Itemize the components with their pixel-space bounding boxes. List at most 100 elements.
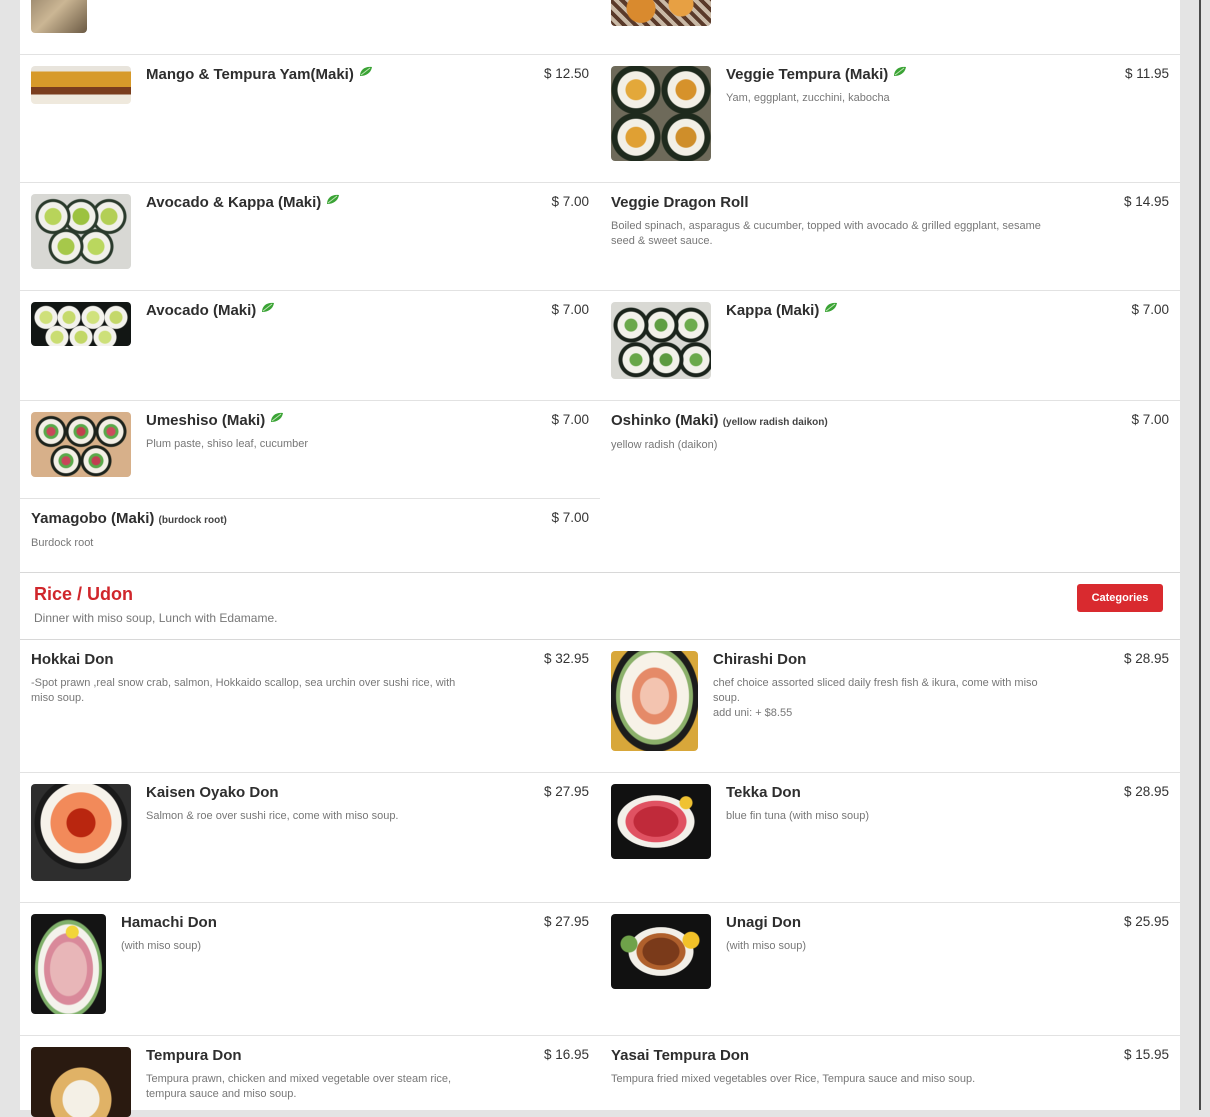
item-name: Yamagobo (Maki) xyxy=(31,510,155,527)
veggie-tempura-photo xyxy=(611,66,711,161)
item-price: $ 7.00 xyxy=(1131,412,1169,427)
item-description: (with miso soup) xyxy=(726,940,807,952)
item-price: $ 28.95 xyxy=(1123,784,1169,799)
item-name: Oshinko (Maki) xyxy=(611,412,719,429)
item-description: -Spot prawn ,real snow crab, salmon, Hok… xyxy=(31,677,456,704)
food-photo[interactable] xyxy=(611,0,711,26)
vegetarian-leaf-icon xyxy=(825,302,838,312)
item-name: Yasai Tempura Don xyxy=(611,1047,750,1064)
kaisen-oyako-don-photo xyxy=(31,784,131,881)
tekka-don-photo xyxy=(611,784,711,859)
item-name: Umeshiso (Maki) xyxy=(146,412,266,429)
item-name: Unagi Don xyxy=(726,914,801,931)
row-divider xyxy=(20,182,1180,183)
item-price: $ 25.95 xyxy=(1123,914,1169,929)
menu-item-oshinko[interactable]: Oshinko (Maki) (yellow radish daikon) ye… xyxy=(611,412,1169,492)
item-description: Boiled spinach, asparagus & cucumber, to… xyxy=(611,220,1041,247)
avocado-maki-photo xyxy=(31,302,131,346)
item-note: (burdock root) xyxy=(158,515,227,526)
menu-item-hamachi-don[interactable]: Hamachi Don (with miso soup) $ 27.95 xyxy=(31,914,589,1029)
item-price: $ 7.00 xyxy=(551,302,589,317)
menu-item-veggie-dragon-roll[interactable]: Veggie Dragon Roll Boiled spinach, aspar… xyxy=(611,194,1169,284)
menu-item-avocado-kappa[interactable]: Avocado & Kappa (Maki) $ 7.00 xyxy=(31,194,589,284)
item-price: $ 28.95 xyxy=(1123,651,1169,666)
menu-item-veggie-tempura[interactable]: Veggie Tempura (Maki) Yam, eggplant, zuc… xyxy=(611,66,1169,176)
vegetarian-leaf-icon xyxy=(262,302,275,312)
item-name: Tempura Don xyxy=(146,1047,242,1064)
vegetarian-leaf-icon xyxy=(271,412,284,422)
item-name: Hokkai Don xyxy=(31,651,114,668)
menu-item-kaisen-oyako-don[interactable]: Kaisen Oyako Don Salmon & roe over sushi… xyxy=(31,784,589,896)
item-price: $ 12.50 xyxy=(543,66,589,81)
item-price: $ 7.00 xyxy=(551,510,589,525)
item-name: Chirashi Don xyxy=(713,651,807,668)
chirashi-don-photo xyxy=(611,651,698,751)
hamachi-don-photo xyxy=(31,914,106,1014)
item-description: Plum paste, shiso leaf, cucumber xyxy=(146,438,309,450)
item-addon-note: add uni: + $8.55 xyxy=(713,707,793,719)
row-divider xyxy=(20,1035,1180,1036)
menu-item-unagi-don[interactable]: Unagi Don (with miso soup) $ 25.95 xyxy=(611,914,1169,1029)
item-name: Mango & Tempura Yam(Maki) xyxy=(146,66,354,83)
item-price: $ 14.95 xyxy=(1123,194,1169,209)
item-name: Avocado & Kappa (Maki) xyxy=(146,194,322,211)
item-name: Tekka Don xyxy=(726,784,801,801)
item-description: Tempura prawn, chicken and mixed vegetab… xyxy=(146,1073,452,1100)
menu-item-yamagobo[interactable]: Yamagobo (Maki) (burdock root) Burdock r… xyxy=(31,510,589,566)
row-divider xyxy=(20,902,1180,903)
item-description: yellow radish (daikon) xyxy=(611,439,718,451)
item-description: (with miso soup) xyxy=(121,940,202,952)
item-description: Yam, eggplant, zucchini, kabocha xyxy=(726,92,890,104)
item-description: blue fin tuna (with miso soup) xyxy=(726,810,870,822)
item-name: Kaisen Oyako Don xyxy=(146,784,279,801)
umeshiso-maki-photo xyxy=(31,412,131,477)
item-description: Burdock root xyxy=(31,537,94,549)
menu-item-mango-tempura-yam[interactable]: Mango & Tempura Yam(Maki) $ 12.50 xyxy=(31,66,589,176)
item-note: (yellow radish daikon) xyxy=(722,417,828,428)
item-price: $ 27.95 xyxy=(543,914,589,929)
menu-item-tekka-don[interactable]: Tekka Don blue fin tuna (with miso soup)… xyxy=(611,784,1169,896)
menu-item-avocado[interactable]: Avocado (Maki) $ 7.00 xyxy=(31,302,589,394)
row-divider xyxy=(20,498,600,499)
item-description: chef choice assorted sliced daily fresh … xyxy=(713,677,1038,704)
row-divider xyxy=(20,290,1180,291)
food-photo[interactable] xyxy=(31,0,87,33)
page-right-border xyxy=(1199,0,1201,1110)
avocado-kappa-photo xyxy=(31,194,131,269)
item-name: Avocado (Maki) xyxy=(146,302,257,319)
menu-panel: Mango & Tempura Yam(Maki) $ 12.50 Veggie… xyxy=(20,0,1180,1117)
item-name: Hamachi Don xyxy=(121,914,217,931)
menu-item-kappa[interactable]: Kappa (Maki) $ 7.00 xyxy=(611,302,1169,394)
unagi-don-photo xyxy=(611,914,711,989)
item-price: $ 16.95 xyxy=(543,1047,589,1062)
item-price: $ 11.95 xyxy=(1124,66,1169,81)
item-name: Kappa (Maki) xyxy=(726,302,820,319)
kappa-maki-photo xyxy=(611,302,711,379)
menu-item-yasai-tempura-don[interactable]: Yasai Tempura Don Tempura fried mixed ve… xyxy=(611,1047,1169,1110)
category-title: Rice / Udon xyxy=(34,584,134,604)
menu-item-tempura-don[interactable]: Tempura Don Tempura prawn, chicken and m… xyxy=(31,1047,589,1117)
item-price: $ 15.95 xyxy=(1123,1047,1169,1062)
categories-button[interactable]: Categories xyxy=(1077,584,1163,612)
item-description: Tempura fried mixed vegetables over Rice… xyxy=(611,1073,976,1085)
section-divider xyxy=(20,639,1180,640)
item-price: $ 7.00 xyxy=(551,412,589,427)
item-description: Salmon & roe over sushi rice, come with … xyxy=(146,810,399,822)
category-subtitle: Dinner with miso soup, Lunch with Edamam… xyxy=(34,611,278,625)
item-name: Veggie Dragon Roll xyxy=(611,194,749,211)
vegetarian-leaf-icon xyxy=(327,194,340,204)
row-divider xyxy=(20,54,1180,55)
vegetarian-leaf-icon xyxy=(894,66,907,76)
item-price: $ 7.00 xyxy=(551,194,589,209)
vegetarian-leaf-icon xyxy=(359,66,372,76)
row-divider xyxy=(20,772,1180,773)
menu-item-hokkai-don[interactable]: Hokkai Don -Spot prawn ,real snow crab, … xyxy=(31,651,589,766)
item-name: Veggie Tempura (Maki) xyxy=(726,66,889,83)
item-price: $ 27.95 xyxy=(543,784,589,799)
menu-item-umeshiso[interactable]: Umeshiso (Maki) Plum paste, shiso leaf, … xyxy=(31,412,589,492)
item-price: $ 7.00 xyxy=(1131,302,1169,317)
row-divider xyxy=(20,400,1180,401)
mango-maki-photo xyxy=(31,66,131,104)
item-price: $ 32.95 xyxy=(543,651,589,666)
menu-item-chirashi-don[interactable]: Chirashi Don chef choice assorted sliced… xyxy=(611,651,1169,766)
